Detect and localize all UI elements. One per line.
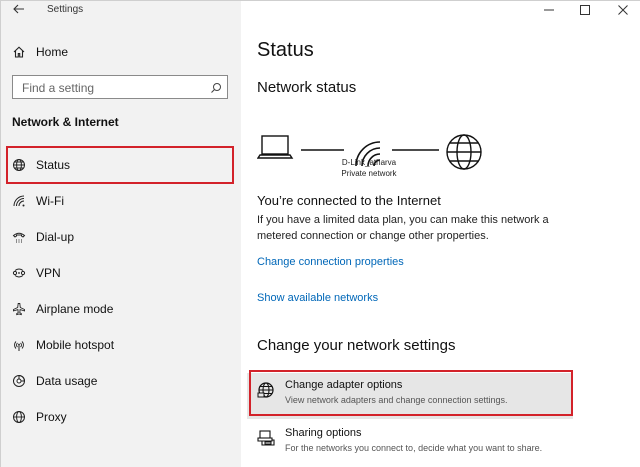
sidebar-item-label: Data usage (36, 374, 98, 388)
section-header: Network & Internet (12, 115, 119, 129)
network-type: Private network (341, 169, 397, 178)
setting-title: Sharing options (285, 427, 362, 439)
wifi-icon (11, 193, 27, 209)
sidebar-item-label: Dial-up (36, 230, 75, 244)
search-box[interactable] (12, 75, 228, 99)
sidebar-item-label: VPN (36, 266, 61, 280)
titlebar: Settings (1, 1, 241, 19)
show-available-networks-link[interactable]: Show available networks (257, 292, 378, 304)
app-title: Settings (47, 4, 84, 15)
sidebar-item-dialup[interactable]: Dial-up (1, 219, 241, 255)
network-status-title: Network status (257, 79, 357, 96)
back-arrow-icon[interactable] (11, 1, 27, 17)
sidebar-item-airplane-mode[interactable]: Airplane mode (1, 291, 241, 327)
minimize-icon[interactable] (541, 2, 557, 18)
close-icon[interactable] (615, 2, 631, 18)
sharing-icon (256, 428, 276, 448)
sidebar: Settings Home Network & Internet Status (1, 1, 241, 467)
adapter-highlight-box (249, 370, 573, 416)
change-connection-properties-link[interactable]: Change connection properties (257, 256, 404, 268)
sidebar-item-proxy[interactable]: Proxy (1, 399, 241, 435)
sidebar-item-wifi[interactable]: Wi-Fi (1, 183, 241, 219)
internet-globe-icon (446, 134, 482, 170)
sidebar-item-vpn[interactable]: VPN (1, 255, 241, 291)
sidebar-item-label: Wi-Fi (36, 194, 64, 208)
window-controls (531, 1, 640, 19)
sidebar-item-label: Airplane mode (36, 302, 114, 316)
hotspot-icon (11, 337, 27, 353)
network-name: D-Link_atharva (341, 158, 397, 167)
airplane-icon (11, 301, 27, 317)
globe-icon (11, 409, 27, 425)
sharing-options-button[interactable]: Sharing options For the networks you con… (247, 421, 573, 467)
sidebar-item-data-usage[interactable]: Data usage (1, 363, 241, 399)
page-title: Status (257, 39, 314, 61)
sidebar-item-label: Mobile hotspot (36, 338, 115, 352)
laptop-icon (257, 135, 294, 159)
status-highlight-box (6, 146, 234, 184)
data-usage-icon (11, 373, 27, 389)
connected-heading: You’re connected to the Internet (257, 193, 441, 208)
sidebar-item-mobile-hotspot[interactable]: Mobile hotspot (1, 327, 241, 363)
nav-home[interactable]: Home (1, 39, 241, 65)
connected-description: If you have a limited data plan, you can… (257, 214, 549, 242)
change-settings-title: Change your network settings (257, 337, 456, 354)
network-caption: D-Link_atharva Private network (329, 157, 409, 179)
maximize-icon[interactable] (577, 2, 593, 18)
search-icon[interactable] (210, 81, 222, 93)
sidebar-item-label: Proxy (36, 410, 67, 424)
settings-window: Settings Home Network & Internet Status (0, 0, 640, 467)
dialup-icon (11, 229, 27, 245)
vpn-icon (11, 265, 27, 281)
home-icon (11, 44, 27, 60)
setting-description: For the networks you connect to, decide … (285, 443, 543, 453)
search-input[interactable] (22, 80, 202, 95)
home-label: Home (36, 45, 69, 59)
